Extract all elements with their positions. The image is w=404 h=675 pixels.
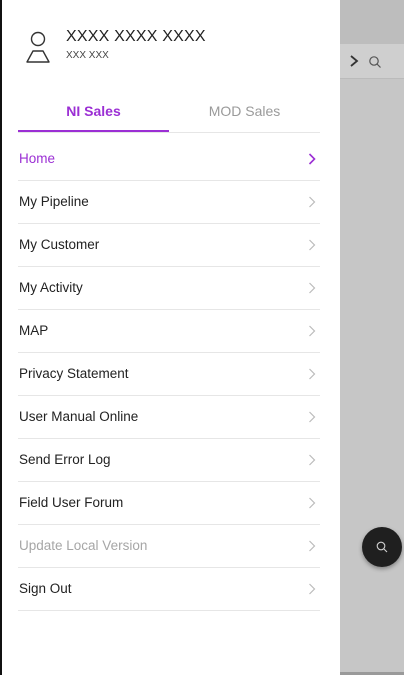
menu-item-label: My Activity bbox=[19, 280, 83, 295]
menu-item-label: Field User Forum bbox=[19, 495, 124, 510]
menu-list: Home My Pipeline My Customer My Activity… bbox=[18, 138, 320, 611]
menu-item-update-local-version[interactable]: Update Local Version bbox=[18, 525, 320, 568]
chevron-right-icon bbox=[309, 282, 316, 294]
user-subtitle: XXX XXX bbox=[66, 50, 109, 61]
navigation-drawer: XXXX XXXX XXXX XXX XXX NI Sales MOD Sale… bbox=[0, 0, 340, 675]
chevron-right-icon bbox=[309, 583, 316, 595]
chevron-right-icon bbox=[309, 497, 316, 509]
menu-item-label: User Manual Online bbox=[19, 409, 139, 424]
chevron-right-icon bbox=[309, 368, 316, 380]
user-outline-icon bbox=[26, 31, 50, 63]
tab-mod-sales[interactable]: MOD Sales bbox=[169, 96, 320, 132]
chevron-right-icon bbox=[308, 153, 316, 165]
chevron-right-icon bbox=[350, 55, 359, 67]
menu-item-label: My Customer bbox=[19, 237, 100, 252]
divider bbox=[0, 0, 2, 675]
chevron-right-icon bbox=[309, 239, 316, 251]
user-name: XXXX XXXX XXXX bbox=[66, 28, 206, 45]
menu-item-my-pipeline[interactable]: My Pipeline bbox=[18, 181, 320, 224]
menu-item-my-activity[interactable]: My Activity bbox=[18, 267, 320, 310]
search-icon[interactable] bbox=[368, 55, 382, 69]
user-profile: XXXX XXXX XXXX XXX XXX bbox=[24, 26, 324, 68]
menu-item-label: MAP bbox=[19, 323, 49, 338]
menu-item-map[interactable]: MAP bbox=[18, 310, 320, 353]
menu-item-privacy-statement[interactable]: Privacy Statement bbox=[18, 353, 320, 396]
search-icon bbox=[376, 541, 388, 553]
chevron-right-icon bbox=[309, 325, 316, 337]
sales-tabs: NI Sales MOD Sales bbox=[18, 96, 320, 133]
chevron-right-icon bbox=[309, 540, 316, 552]
menu-item-label: Update Local Version bbox=[19, 538, 148, 553]
menu-item-user-manual-online[interactable]: User Manual Online bbox=[18, 396, 320, 439]
chevron-right-icon bbox=[309, 411, 316, 423]
menu-item-home[interactable]: Home bbox=[18, 138, 320, 181]
search-fab-button[interactable] bbox=[362, 527, 402, 567]
menu-item-field-user-forum[interactable]: Field User Forum bbox=[18, 482, 320, 525]
chevron-right-icon bbox=[309, 196, 316, 208]
menu-item-my-customer[interactable]: My Customer bbox=[18, 224, 320, 267]
tab-ni-sales[interactable]: NI Sales bbox=[18, 96, 169, 132]
chevron-right-icon bbox=[309, 454, 316, 466]
menu-item-label: Privacy Statement bbox=[19, 366, 129, 381]
menu-item-send-error-log[interactable]: Send Error Log bbox=[18, 439, 320, 482]
menu-item-label: Sign Out bbox=[19, 581, 72, 596]
menu-item-label: Home bbox=[19, 151, 56, 166]
menu-item-label: Send Error Log bbox=[19, 452, 111, 467]
menu-item-sign-out[interactable]: Sign Out bbox=[18, 568, 320, 611]
menu-item-label: My Pipeline bbox=[19, 194, 89, 209]
background-topbar bbox=[340, 0, 404, 44]
